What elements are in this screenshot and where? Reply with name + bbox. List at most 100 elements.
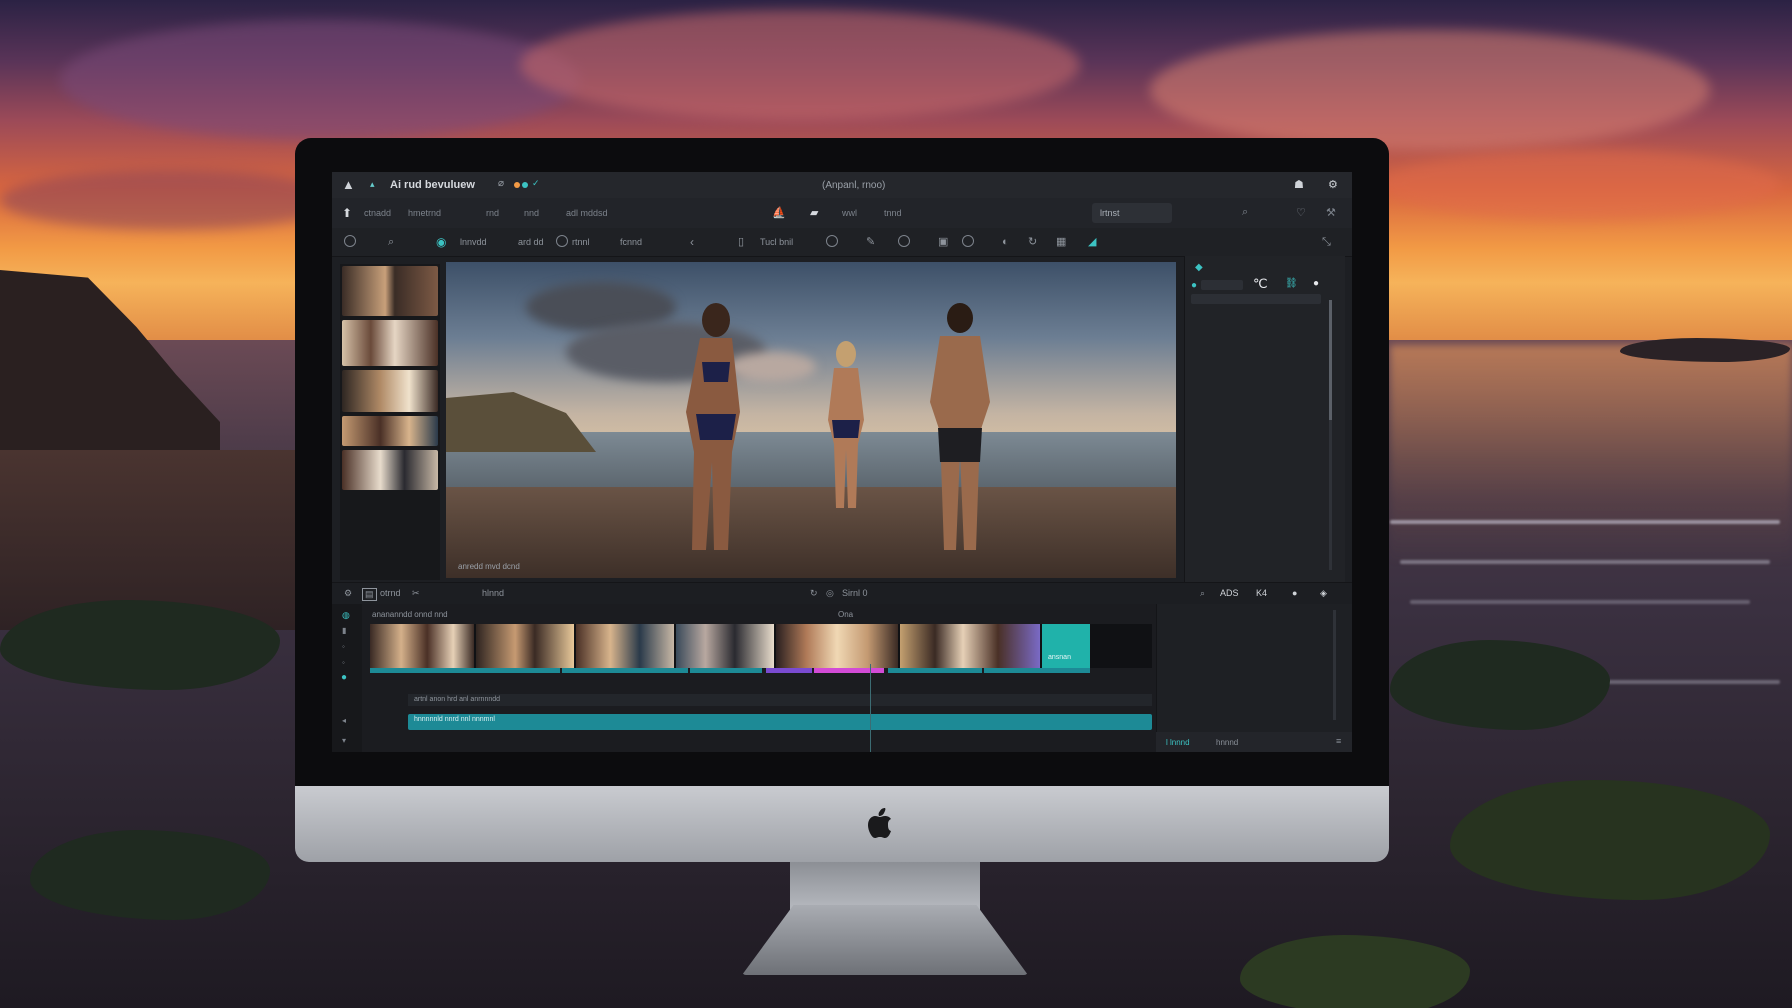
home-icon[interactable]: ▴ (370, 179, 375, 190)
clip-marker (888, 668, 982, 673)
desktop-background: ▲ ▴ Ai rud bevuluew ⌀ ✓ (Anpanl, rnoo) ☗… (0, 0, 1792, 1008)
side-scrollbar[interactable] (1333, 610, 1336, 720)
search-icon[interactable]: ⌕ (1242, 206, 1248, 219)
cycle-icon[interactable]: ↻ (1028, 235, 1037, 249)
folder-icon[interactable]: ▰ (810, 206, 818, 219)
menu-icon[interactable]: ≡ (1336, 736, 1341, 746)
toolbar-item[interactable]: Tucl bnil (760, 235, 793, 249)
doc-icon[interactable]: ▯ (738, 235, 744, 249)
clip-marker (766, 668, 812, 673)
back-icon[interactable]: ‹ (690, 235, 694, 249)
teal-clip-label: ansnan (1048, 654, 1071, 661)
link-icon[interactable]: ⌀ (498, 178, 504, 189)
footer-label[interactable]: l lnnnd (1166, 738, 1190, 747)
app-logo-icon[interactable]: ▲ (342, 178, 358, 192)
menu-item[interactable]: wwl (842, 208, 857, 218)
shield-icon[interactable]: ◈ (1320, 588, 1327, 599)
inspector-row[interactable] (1201, 280, 1243, 290)
layers-icon[interactable]: ◆ (1195, 262, 1203, 273)
play-icon[interactable]: ◎ (826, 588, 834, 599)
user-icon[interactable]: ☗ (1294, 178, 1304, 191)
bird-icon[interactable]: ◢ (1088, 235, 1096, 249)
media-thumbnail[interactable] (342, 320, 438, 366)
clip-marker (690, 668, 762, 673)
media-thumbnail[interactable] (342, 370, 438, 412)
settings-icon[interactable]: ⚙ (1328, 178, 1338, 191)
video-track-icon[interactable]: ◍ (342, 610, 350, 621)
video-clip[interactable] (900, 624, 1040, 668)
lock-icon[interactable]: ▮ (342, 626, 346, 635)
search-icon[interactable]: ⌕ (388, 235, 394, 249)
transport-label[interactable]: ADS (1220, 588, 1239, 598)
active-track-icon[interactable]: ● (341, 672, 347, 683)
heart-icon[interactable]: ♡ (1296, 206, 1306, 219)
status-dot-teal (522, 182, 528, 188)
toggle-icon[interactable]: ● (1191, 280, 1197, 291)
pen-icon[interactable]: ✎ (866, 235, 875, 249)
mic-icon[interactable]: ▾ (342, 736, 346, 745)
menu-item[interactable]: adl mddsd (566, 208, 608, 218)
mute-icon[interactable]: ◦ (342, 658, 345, 667)
timeline-side-panel (1156, 604, 1352, 752)
playhead[interactable] (870, 664, 871, 752)
toggle-icon[interactable] (962, 235, 974, 247)
tools-icon[interactable]: ⚒ (1326, 206, 1336, 219)
record-icon[interactable] (898, 235, 910, 247)
rock (1240, 935, 1470, 1008)
subtitle-track[interactable] (408, 694, 1152, 706)
video-clip[interactable] (676, 624, 774, 668)
video-clip[interactable] (370, 624, 474, 668)
menu-item[interactable]: rnd (486, 208, 499, 218)
wave (1390, 520, 1780, 524)
link-icon[interactable]: ⛓ (1285, 278, 1298, 289)
clip-marker (984, 668, 1090, 673)
grid-icon[interactable]: ▦ (1056, 235, 1066, 249)
track-headers: ◍ ▮ ◦ ◦ ● ◂ ▾ (332, 604, 362, 752)
scrollbar-thumb[interactable] (1329, 300, 1332, 420)
cut-icon[interactable]: ✂ (412, 588, 420, 599)
dot-icon[interactable]: ● (1313, 278, 1319, 289)
preview-viewer[interactable]: anredd mvd dcnd (446, 262, 1176, 578)
audio-track-icon[interactable]: ◂ (342, 716, 346, 725)
resize-icon[interactable]: ⤡ (1322, 235, 1331, 249)
rock (1450, 780, 1770, 900)
video-clip[interactable] (576, 624, 674, 668)
inspector-row[interactable] (1191, 294, 1321, 304)
preview-caption: anredd mvd dcnd (458, 562, 520, 571)
import-icon[interactable]: ⬆ (342, 206, 352, 220)
media-thumbnail[interactable] (342, 416, 438, 446)
layout-icon[interactable]: ▣ (938, 235, 948, 249)
zoom-icon[interactable]: ⌕ (1200, 588, 1205, 599)
boat-icon[interactable]: ⛵ (772, 206, 786, 219)
toolbar-item[interactable]: lnnvdd (460, 235, 487, 249)
audio-clip[interactable] (408, 714, 1152, 730)
clip-icon[interactable]: ▤ (362, 588, 377, 601)
preview-sand (446, 487, 1176, 578)
toolbar-item[interactable]: ard dd (518, 235, 544, 249)
drop-icon[interactable]: ● (1292, 588, 1297, 598)
curve-icon[interactable]: ℃ (1253, 276, 1268, 292)
drop-icon[interactable]: ◐ (1002, 235, 1009, 249)
loop-icon[interactable]: ↻ (810, 588, 818, 599)
footer-label[interactable]: hnnnd (1216, 738, 1238, 747)
cloud (1150, 30, 1710, 150)
media-thumbnail[interactable] (342, 266, 438, 316)
circle-icon[interactable] (556, 235, 568, 247)
video-clip[interactable] (1042, 624, 1090, 668)
media-thumbnail[interactable] (342, 450, 438, 490)
gear-icon[interactable] (826, 235, 838, 247)
menu-item[interactable]: hmetrnd (408, 208, 441, 218)
menu-item[interactable]: nnd (524, 208, 539, 218)
shield-icon[interactable]: ◉ (436, 235, 446, 249)
settings-icon[interactable]: ⚙ (344, 588, 352, 599)
menu-item[interactable]: ctnadd (364, 208, 391, 218)
target-icon[interactable] (344, 235, 356, 247)
transport-label[interactable]: K4 (1256, 588, 1267, 598)
toolbar-item[interactable]: rtnnl (572, 235, 590, 249)
video-clip[interactable] (476, 624, 574, 668)
video-clip[interactable] (776, 624, 898, 668)
status-dot-orange (514, 182, 520, 188)
eye-icon[interactable]: ◦ (342, 642, 345, 651)
toolbar-item[interactable]: fcnnd (620, 235, 642, 249)
menu-item[interactable]: tnnd (884, 208, 902, 218)
